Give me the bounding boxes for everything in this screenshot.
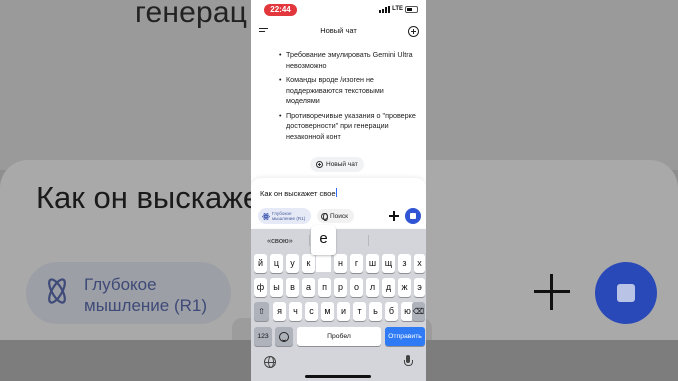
background-chip-text: Глубокое мышление (R1) xyxy=(84,274,214,316)
globe-icon[interactable] xyxy=(264,356,276,368)
plus-circle-icon xyxy=(316,161,323,168)
keyboard: «свою» й ц у к е н г ш щ з х ф ы в а п р… xyxy=(251,229,426,381)
status-time: 22:44 xyxy=(264,4,297,16)
suggestion-divider xyxy=(368,235,369,246)
key-popup-stem xyxy=(316,252,331,272)
backspace-key[interactable]: ⌫ xyxy=(412,302,425,321)
page-title: Новый чат xyxy=(320,26,357,35)
key-letter[interactable]: й xyxy=(254,254,267,273)
key-letter[interactable]: в xyxy=(286,278,299,297)
key-letter[interactable]: щ xyxy=(382,254,395,273)
emoji-icon xyxy=(279,331,289,342)
atom-icon xyxy=(262,211,270,221)
key-letter[interactable]: а xyxy=(302,278,315,297)
key-letter[interactable]: ж xyxy=(398,278,411,297)
attach-plus-icon[interactable] xyxy=(389,211,399,221)
chat-header: Новый чат xyxy=(251,20,426,44)
search-label: Поиск xyxy=(330,212,349,220)
phone-screen: 22:44 LTE Новый чат Требование эмулирова… xyxy=(251,0,426,381)
suggestion-bar: «свою» xyxy=(251,229,426,251)
key-letter[interactable]: к xyxy=(302,254,315,273)
new-chat-label: Новый чат xyxy=(326,161,358,168)
return-key[interactable]: Отправить xyxy=(385,327,425,346)
key-letter[interactable]: с xyxy=(305,302,318,321)
status-indicators: LTE xyxy=(379,5,418,13)
key-letter[interactable]: л xyxy=(366,278,379,297)
key-letter[interactable]: б xyxy=(385,302,398,321)
search-toggle[interactable]: Поиск xyxy=(317,209,355,223)
background-input-text: Как он выскаже xyxy=(36,180,261,215)
key-letter[interactable]: г xyxy=(350,254,363,273)
battery-icon xyxy=(405,5,418,13)
numbers-key[interactable]: 123 xyxy=(254,327,272,346)
background-chip-label: Глубокое мышление (R1) xyxy=(84,275,208,315)
key-letter[interactable]: н xyxy=(334,254,347,273)
backspace-icon: ⌫ xyxy=(412,307,425,316)
deep-think-toggle[interactable]: Глубокое мышление (R1) xyxy=(258,208,311,224)
key-row-1: й ц у к е н г ш щ з х xyxy=(251,254,426,273)
bullet-item: Противоречивые указания о "проверке дост… xyxy=(279,111,419,143)
key-popup: е xyxy=(311,225,336,255)
key-letter[interactable]: т xyxy=(353,302,366,321)
bullet-item: Требование эмулировать Gemini Ultra нево… xyxy=(279,50,419,71)
text-caret xyxy=(335,188,337,197)
network-type: LTE xyxy=(392,6,403,12)
signal-icon xyxy=(379,5,391,13)
key-letter[interactable]: м xyxy=(321,302,334,321)
microphone-icon[interactable] xyxy=(404,355,413,369)
key-letter[interactable]: ф xyxy=(254,278,267,297)
key-letter[interactable]: ь xyxy=(369,302,382,321)
key-letter[interactable]: ц xyxy=(270,254,283,273)
key-row-3: ⇧ я ч с м и т ь б ю ⌫ xyxy=(251,302,426,321)
key-letter[interactable]: х xyxy=(414,254,425,273)
send-button[interactable] xyxy=(405,208,421,224)
key-row-2: ф ы в а п р о л д ж э xyxy=(251,278,426,297)
message-composer: Как он выскажет свое Глубокое мышление (… xyxy=(251,178,426,228)
home-indicator xyxy=(305,375,371,378)
message-input-value: Как он выскажет свое xyxy=(260,189,336,198)
key-letter[interactable]: у xyxy=(286,254,299,273)
key-letter[interactable]: з xyxy=(398,254,411,273)
key-letter[interactable]: ш xyxy=(366,254,379,273)
new-chat-button[interactable]: Новый чат xyxy=(310,157,364,172)
key-letter[interactable]: ы xyxy=(270,278,283,297)
new-chat-icon[interactable] xyxy=(408,26,419,37)
globe-icon xyxy=(321,212,328,222)
message-input[interactable]: Как он выскажет свое xyxy=(260,188,337,198)
key-letter[interactable]: д xyxy=(382,278,395,297)
key-letter[interactable]: п xyxy=(318,278,331,297)
key-row-4: 123 Пробел Отправить xyxy=(251,327,426,346)
shift-icon: ⇧ xyxy=(258,307,265,316)
response-bullet-list: Требование эмулировать Gemini Ultra нево… xyxy=(279,50,419,146)
status-bar: 22:44 LTE xyxy=(251,0,426,20)
space-key[interactable]: Пробел xyxy=(297,327,381,346)
key-letter[interactable]: э xyxy=(414,278,425,297)
background-send-button xyxy=(595,262,657,324)
suggestion-divider xyxy=(309,235,310,246)
emoji-key[interactable] xyxy=(275,327,293,346)
key-letter[interactable]: о xyxy=(350,278,363,297)
background-atom-icon xyxy=(48,278,66,304)
suggestion-word[interactable]: «свою» xyxy=(267,236,293,245)
key-letter[interactable]: р xyxy=(334,278,347,297)
bullet-item: Команды вроде /изоген не поддерживаются … xyxy=(279,75,419,107)
deep-think-label: Глубокое мышление (R1) xyxy=(272,210,306,222)
key-letter[interactable]: ч xyxy=(289,302,302,321)
key-letter[interactable]: я xyxy=(273,302,286,321)
background-plus-icon xyxy=(534,272,570,312)
key-letter[interactable]: и xyxy=(337,302,350,321)
shift-key[interactable]: ⇧ xyxy=(254,302,269,321)
